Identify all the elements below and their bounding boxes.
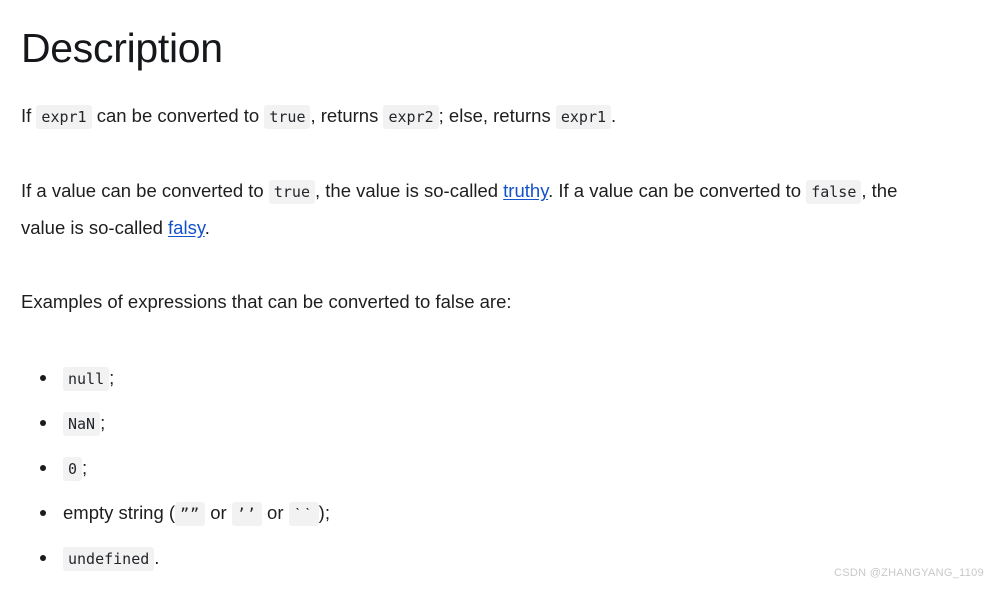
code-true: true	[268, 180, 315, 204]
list-item: null;	[21, 355, 921, 400]
item-suffix: ;	[100, 412, 106, 433]
watermark: CSDN @ZHANGYANG_1109	[833, 567, 984, 579]
code-true: true	[264, 105, 311, 129]
item-suffix: ;	[109, 367, 115, 388]
code-backticks: ˋˋ	[288, 502, 319, 526]
paragraph-expr-description: If expr1 can be converted to true, retur…	[21, 98, 961, 135]
text-fragment: , returns	[310, 105, 384, 126]
code-double-quotes: ””	[175, 502, 206, 526]
paragraph-examples-intro: Examples of expressions that can be conv…	[21, 291, 512, 312]
document-page: Description If expr1 can be converted to…	[0, 0, 1001, 590]
text-fragment: If	[21, 105, 37, 126]
code-expr1-second: expr1	[555, 105, 612, 129]
bullet-icon	[40, 374, 46, 381]
item-suffix: .	[154, 547, 160, 568]
link-falsy[interactable]: falsy	[168, 217, 205, 238]
code-undefined: undefined	[63, 547, 155, 571]
code-expr2: expr2	[383, 105, 439, 129]
code-single-quotes: ’’	[231, 502, 262, 526]
text-fragment: ; else, returns	[438, 105, 556, 126]
code-false: false	[806, 180, 862, 204]
paragraph-truthy-falsy: If a value can be converted to true, the…	[21, 173, 926, 245]
text-fragment: If a value can be converted to	[21, 180, 269, 201]
item-separator: or	[205, 502, 232, 523]
text-fragment: can be converted to	[91, 105, 265, 126]
page-title: Description	[21, 25, 223, 71]
item-prefix: empty string (	[63, 502, 176, 523]
text-fragment: .	[204, 217, 210, 238]
text-fragment: , the value is so-called	[314, 180, 504, 201]
code-expr1: expr1	[36, 105, 92, 129]
list-item: 0;	[21, 445, 921, 490]
falsy-examples-list: null; NaN; 0; empty string (”” or ’’ or …	[21, 355, 921, 580]
list-item: empty string (”” or ’’ or ˋˋ);	[21, 490, 921, 535]
code-null: null	[63, 367, 110, 391]
bullet-icon	[40, 419, 46, 426]
item-separator: or	[261, 502, 289, 523]
code-zero: 0	[63, 457, 83, 481]
code-nan: NaN	[63, 412, 101, 436]
text-fragment: .	[611, 105, 617, 126]
bullet-icon	[40, 554, 46, 561]
list-item: undefined.	[21, 535, 921, 580]
link-truthy[interactable]: truthy	[503, 180, 548, 201]
item-suffix: ;	[82, 457, 88, 478]
text-fragment: . If a value can be converted to	[548, 180, 807, 201]
bullet-icon	[40, 464, 46, 471]
bullet-icon	[40, 509, 46, 516]
list-item: NaN;	[21, 400, 921, 445]
item-suffix: );	[318, 502, 330, 523]
